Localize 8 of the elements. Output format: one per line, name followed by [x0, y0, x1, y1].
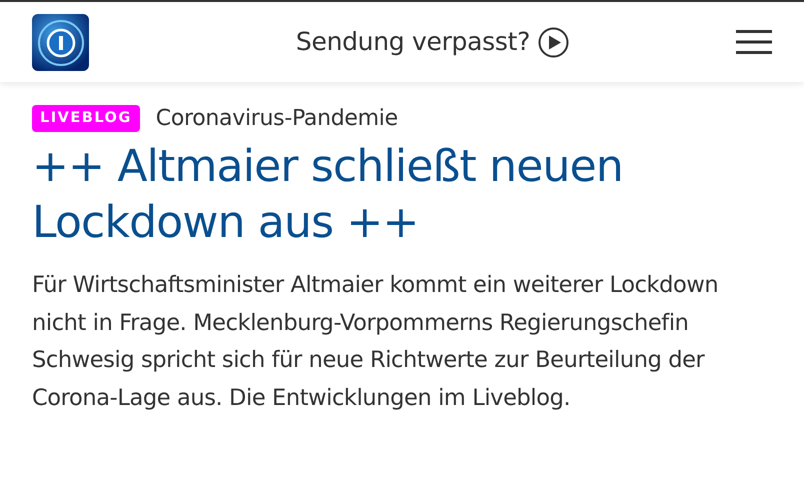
play-icon[interactable]: [538, 26, 570, 58]
topic-line: Coronavirus-Pandemie: [156, 105, 398, 133]
liveblog-label: LIVEBLOG: [32, 104, 140, 132]
logo-icon[interactable]: [32, 14, 89, 70]
menu-button[interactable]: [736, 29, 772, 55]
headline[interactable]: ++ Altmaier schließt neuen Lockdown aus ++: [32, 139, 772, 251]
teaser-text: Für Wirtschaftsminister Altmaier kommt ein weiterer Lockdown nicht in Frage. Mecklenburg-Vorpommerns Regierungschefin Schwesig spricht sich für neue Richtwerte zur Beurteilung der Corona-Lage aus. Die Entwicklungen im Liveblog.: [32, 271, 720, 412]
missed-show-link[interactable]: Sendung verpasst?: [296, 23, 530, 61]
